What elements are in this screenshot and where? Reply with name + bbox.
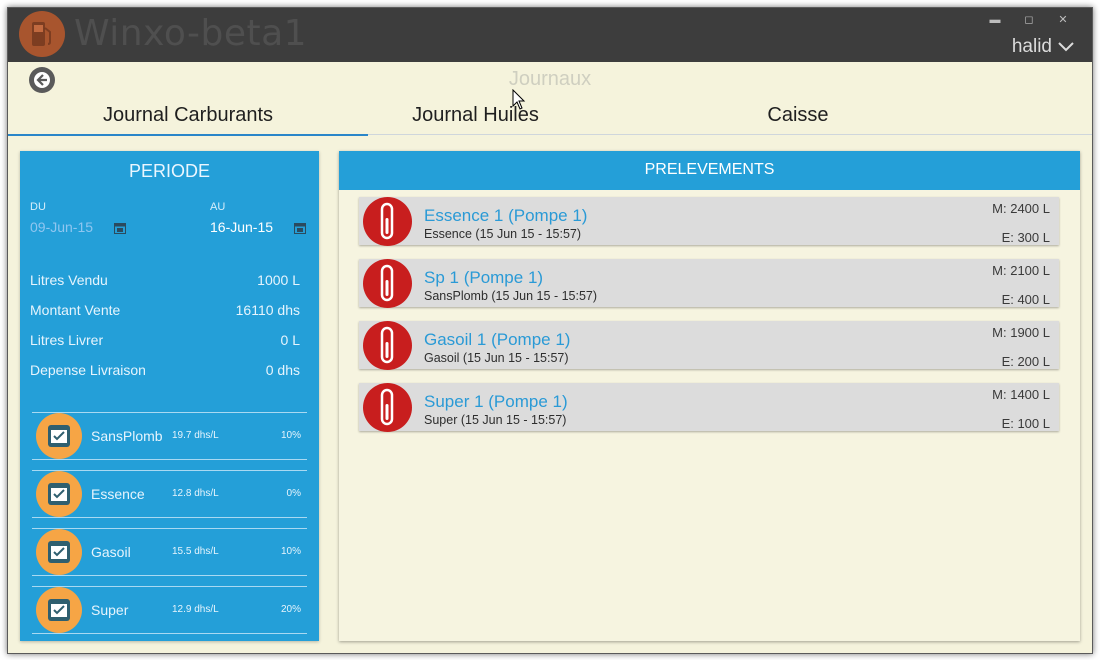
prelevement-m: M: 2400 L [992, 201, 1050, 216]
fuel-name: SansPlomb [91, 428, 163, 444]
fuel-price: 15.5 dhs/L [172, 546, 219, 557]
title-bar: Winxo-beta1 ▬ ◻ ✕ halid [8, 8, 1092, 62]
minimize-icon[interactable]: ▬ [978, 10, 1012, 30]
prelevement-subtitle: Gasoil (15 Jun 15 - 15:57) [424, 351, 569, 365]
prelevement-title: Super 1 (Pompe 1) [424, 392, 568, 411]
stat-montant-vente: Montant Vente 16110 dhs [30, 302, 300, 318]
prelevement-e: E: 100 L [1001, 416, 1050, 431]
page-title: Journaux [508, 68, 592, 90]
user-menu[interactable]: halid [1012, 36, 1074, 58]
au-label: AU [210, 201, 226, 213]
fuel-drum-icon [36, 587, 82, 633]
maximize-icon[interactable]: ◻ [1012, 10, 1046, 30]
prelevement-m: M: 1900 L [992, 325, 1050, 340]
fuel-name: Gasoil [91, 544, 131, 560]
fuel-item-sansplomb[interactable]: SansPlomb 19.7 dhs/L 10% [32, 412, 307, 460]
stat-value: 0 dhs [265, 362, 300, 378]
stat-label: Montant Vente [30, 302, 121, 318]
test-tube-icon [363, 321, 412, 370]
fuel-item-gasoil[interactable]: Gasoil 15.5 dhs/L 10% [32, 528, 307, 576]
prelevement-card[interactable]: Essence 1 (Pompe 1) Essence (15 Jun 15 -… [359, 197, 1059, 246]
fuel-price: 12.9 dhs/L [172, 604, 219, 615]
date-du-field[interactable]: 09-Jun-15 [30, 219, 93, 235]
stat-litres-livrer: Litres Livrer 0 L [30, 332, 300, 348]
stat-value: 16110 dhs [235, 302, 300, 318]
prelevement-subtitle: Super (15 Jun 15 - 15:57) [424, 413, 567, 427]
close-icon[interactable]: ✕ [1046, 10, 1080, 30]
test-tube-icon [363, 197, 412, 246]
window-controls: ▬ ◻ ✕ [978, 10, 1080, 30]
fuel-percent: 10% [280, 546, 301, 557]
app-window: Winxo-beta1 ▬ ◻ ✕ halid Journaux Journal… [7, 7, 1093, 654]
fuel-name: Super [91, 602, 129, 618]
stat-depense-livraison: Depense Livraison 0 dhs [30, 362, 300, 378]
prelevement-card[interactable]: Gasoil 1 (Pompe 1) Gasoil (15 Jun 15 - 1… [359, 321, 1059, 370]
stat-litres-vendu: Litres Vendu 1000 L [30, 272, 300, 288]
fuel-percent: 20% [280, 604, 301, 615]
stat-value: 1000 L [257, 272, 300, 288]
prelevements-panel: PRELEVEMENTS Essence 1 (Pompe 1) Essence… [339, 151, 1080, 641]
periode-title: PERIODE [128, 161, 211, 181]
du-label: DU [30, 201, 46, 213]
prelevement-subtitle: Essence (15 Jun 15 - 15:57) [424, 227, 582, 241]
fuel-name: Essence [91, 486, 145, 502]
prelevement-title: Sp 1 (Pompe 1) [424, 268, 544, 287]
prelevement-m: M: 2100 L [992, 263, 1050, 278]
fuel-percent: 10% [280, 430, 301, 441]
prelevement-e: E: 200 L [1001, 354, 1050, 369]
prelevement-e: E: 400 L [1001, 292, 1050, 307]
tab-journal-huiles[interactable]: Journal Huiles [368, 100, 583, 134]
fuel-item-super[interactable]: Super 12.9 dhs/L 20% [32, 586, 307, 634]
calendar-icon[interactable] [114, 222, 126, 234]
prelevement-card[interactable]: Super 1 (Pompe 1) Super (15 Jun 15 - 15:… [359, 383, 1059, 432]
prelevement-m: M: 1400 L [992, 387, 1050, 402]
prelevement-e: E: 300 L [1001, 230, 1050, 245]
test-tube-icon [363, 383, 412, 432]
fuel-price: 19.7 dhs/L [172, 430, 219, 441]
fuel-drum-icon [36, 529, 82, 575]
stat-label: Litres Vendu [30, 272, 108, 288]
stat-label: Depense Livraison [30, 362, 146, 378]
calendar-icon[interactable] [294, 222, 306, 234]
prelevement-card[interactable]: Sp 1 (Pompe 1) SansPlomb (15 Jun 15 - 15… [359, 259, 1059, 308]
prelevement-title: Essence 1 (Pompe 1) [424, 206, 588, 225]
tab-caisse[interactable]: Caisse [688, 100, 908, 134]
chevron-down-icon [1058, 42, 1074, 52]
fuel-drum-icon [36, 413, 82, 459]
fuel-item-essence[interactable]: Essence 12.8 dhs/L 0% [32, 470, 307, 518]
fuel-price: 12.8 dhs/L [172, 488, 219, 499]
app-title: Winxo-beta1 [74, 13, 308, 54]
prelevements-title: PRELEVEMENTS [339, 151, 1080, 190]
user-name: halid [1011, 36, 1052, 57]
tab-journal-carburants[interactable]: Journal Carburants [8, 100, 368, 136]
fuel-pump-icon [19, 11, 65, 57]
periode-panel: PERIODE DU AU 09-Jun-15 16-Jun-15 Litres… [20, 151, 319, 641]
test-tube-icon [363, 259, 412, 308]
stat-label: Litres Livrer [30, 332, 104, 348]
prelevement-subtitle: SansPlomb (15 Jun 15 - 15:57) [424, 289, 598, 303]
fuel-drum-icon [36, 471, 82, 517]
stat-value: 0 L [280, 332, 300, 348]
date-au-field[interactable]: 16-Jun-15 [210, 219, 273, 235]
prelevement-title: Gasoil 1 (Pompe 1) [424, 330, 571, 349]
fuel-percent: 0% [286, 488, 301, 499]
tab-bar: Journal Carburants Journal Huiles Caisse [8, 100, 1092, 136]
